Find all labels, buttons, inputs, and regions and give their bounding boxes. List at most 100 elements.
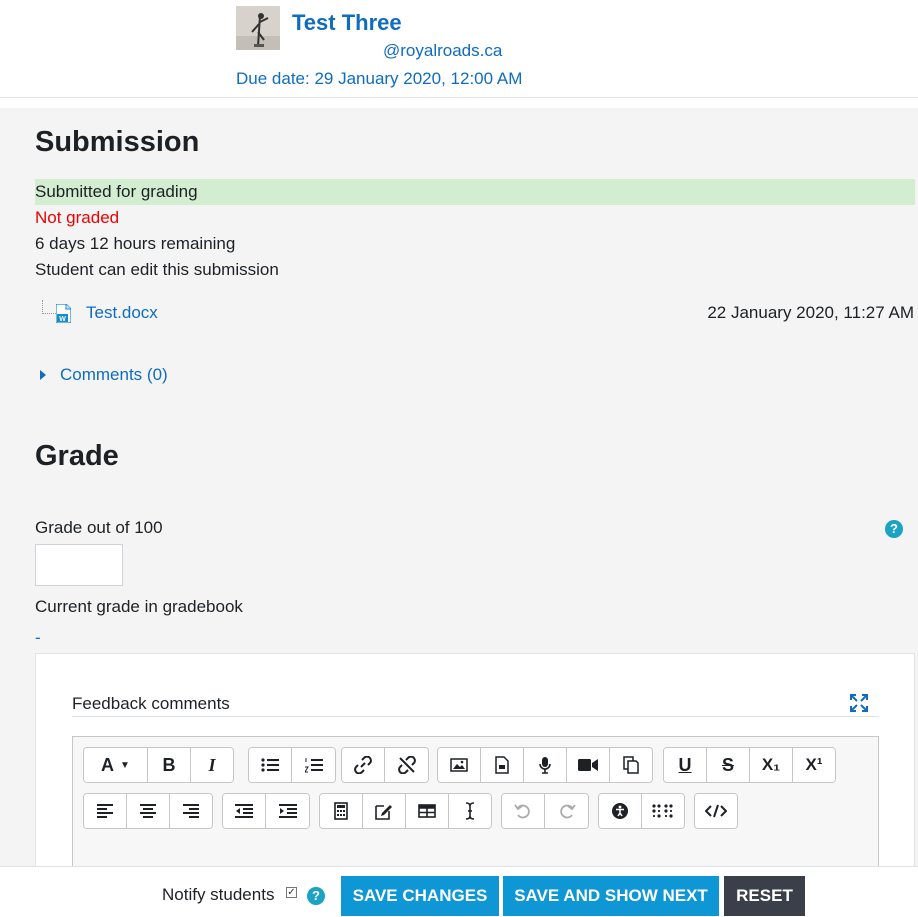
edit-status: Student can edit this submission <box>35 260 279 279</box>
toolbar-group-media <box>437 747 653 783</box>
feedback-divider <box>72 716 879 717</box>
student-name-link[interactable]: Test Three <box>292 10 402 36</box>
file-tree-branch <box>42 300 56 314</box>
numbered-list-button[interactable] <box>292 748 335 782</box>
toolbar-group-insert <box>319 793 492 829</box>
toolbar-group-html <box>694 793 738 829</box>
table-icon <box>418 804 436 818</box>
copy-files-icon <box>623 756 639 774</box>
italic-button[interactable]: I <box>191 748 233 782</box>
align-right-button[interactable] <box>170 794 212 828</box>
link-icon <box>354 756 372 774</box>
video-camera-icon <box>578 759 598 771</box>
font-style-label: A <box>101 754 115 775</box>
svg-text:W: W <box>59 316 66 323</box>
toolbar-group-accessibility <box>598 793 685 829</box>
caret-right-icon <box>40 370 46 380</box>
record-audio-button[interactable] <box>524 748 567 782</box>
due-date: Due date: 29 January 2020, 12:00 AM <box>236 69 523 88</box>
edit-pencil-icon <box>375 805 392 820</box>
undo-icon <box>514 804 530 819</box>
notify-help-icon[interactable]: ? <box>307 887 325 905</box>
submission-status: Submitted for grading <box>35 179 915 205</box>
time-remaining: 6 days 12 hours remaining <box>35 234 236 253</box>
grade-input[interactable] <box>35 544 123 586</box>
indent-icon <box>278 804 297 818</box>
submitted-file-link[interactable]: Test.docx <box>86 303 158 323</box>
link-button[interactable] <box>342 748 385 782</box>
toolbar-group-align <box>83 793 213 829</box>
subscript-button[interactable]: X₁ <box>750 748 793 782</box>
equation-button[interactable] <box>320 794 363 828</box>
align-left-icon <box>97 804 113 818</box>
comments-label: Comments (0) <box>60 365 168 384</box>
align-right-icon <box>183 804 199 818</box>
toolbar-group-links <box>341 747 429 783</box>
calculator-icon <box>334 802 348 820</box>
table-button[interactable] <box>406 794 449 828</box>
redo-icon <box>559 804 576 819</box>
underline-button[interactable]: U <box>664 748 707 782</box>
accessibility-icon <box>612 803 628 819</box>
unlink-icon <box>397 756 416 774</box>
toolbar-group-format: U S X₁ X¹ <box>663 747 836 783</box>
unlink-button[interactable] <box>385 748 428 782</box>
toolbar-group-lists <box>248 747 336 783</box>
notify-students-label: Notify students <box>162 885 275 904</box>
feedback-comments-box: Feedback comments A ▼ B I U S X₁ X¹ <box>35 653 915 886</box>
student-avatar[interactable] <box>236 6 280 50</box>
manage-files-button[interactable] <box>610 748 652 782</box>
indent-button[interactable] <box>266 794 309 828</box>
image-icon <box>450 758 468 772</box>
undo-button[interactable] <box>502 794 545 828</box>
text-cursor-icon <box>465 802 475 820</box>
gradebook-value: - <box>35 628 41 647</box>
accessibility-checker-button[interactable] <box>599 794 642 828</box>
grading-footer: Notify students ✓ ? SAVE CHANGES SAVE AN… <box>0 866 918 917</box>
clear-formatting-button[interactable] <box>449 794 491 828</box>
html-source-button[interactable] <box>695 794 737 828</box>
word-doc-icon: W <box>55 303 72 324</box>
image-button[interactable] <box>438 748 481 782</box>
reset-button[interactable]: RESET <box>724 876 805 916</box>
student-header: Test Three @royalroads.ca Due date: 29 J… <box>0 0 918 98</box>
record-video-button[interactable] <box>567 748 610 782</box>
align-left-button[interactable] <box>84 794 127 828</box>
bullet-list-button[interactable] <box>249 748 292 782</box>
toolbar-group-history <box>501 793 589 829</box>
grade-heading: Grade <box>35 440 119 472</box>
redo-button[interactable] <box>545 794 588 828</box>
expand-icon[interactable] <box>850 694 868 712</box>
gradebook-label: Current grade in gradebook <box>35 597 243 616</box>
rich-text-editor: A ▼ B I U S X₁ X¹ <box>72 736 879 886</box>
edit-button[interactable] <box>363 794 406 828</box>
toolbar-group-indent <box>222 793 310 829</box>
outdent-icon <box>235 804 253 818</box>
numbered-list-icon <box>304 758 323 773</box>
strikethrough-button[interactable]: S <box>707 748 750 782</box>
grade-help-icon[interactable]: ? <box>885 520 903 538</box>
bullet-list-icon <box>261 758 279 772</box>
superscript-button[interactable]: X¹ <box>793 748 835 782</box>
notify-students-checkbox[interactable]: ✓ <box>286 887 297 898</box>
caret-down-icon: ▼ <box>120 759 130 771</box>
toolbar-group-style: A ▼ B I <box>83 747 234 783</box>
save-and-show-next-button[interactable]: SAVE AND SHOW NEXT <box>503 876 719 916</box>
braille-icon <box>652 804 673 818</box>
font-style-button[interactable]: A ▼ <box>84 748 148 782</box>
student-email: @royalroads.ca <box>383 41 503 60</box>
strikethrough-icon: S <box>721 754 734 775</box>
submission-heading: Submission <box>35 126 200 158</box>
align-center-button[interactable] <box>127 794 170 828</box>
align-center-icon <box>140 804 156 818</box>
media-button[interactable] <box>481 748 524 782</box>
bold-button[interactable]: B <box>148 748 191 782</box>
save-changes-button[interactable]: SAVE CHANGES <box>341 876 499 916</box>
outdent-button[interactable] <box>223 794 266 828</box>
screenreader-helper-button[interactable] <box>642 794 684 828</box>
file-media-icon <box>495 756 509 774</box>
submitted-file-date: 22 January 2020, 11:27 AM <box>707 303 914 322</box>
grading-status: Not graded <box>35 208 120 227</box>
underline-icon: U <box>678 754 692 775</box>
comments-toggle[interactable]: Comments (0) <box>40 365 168 385</box>
